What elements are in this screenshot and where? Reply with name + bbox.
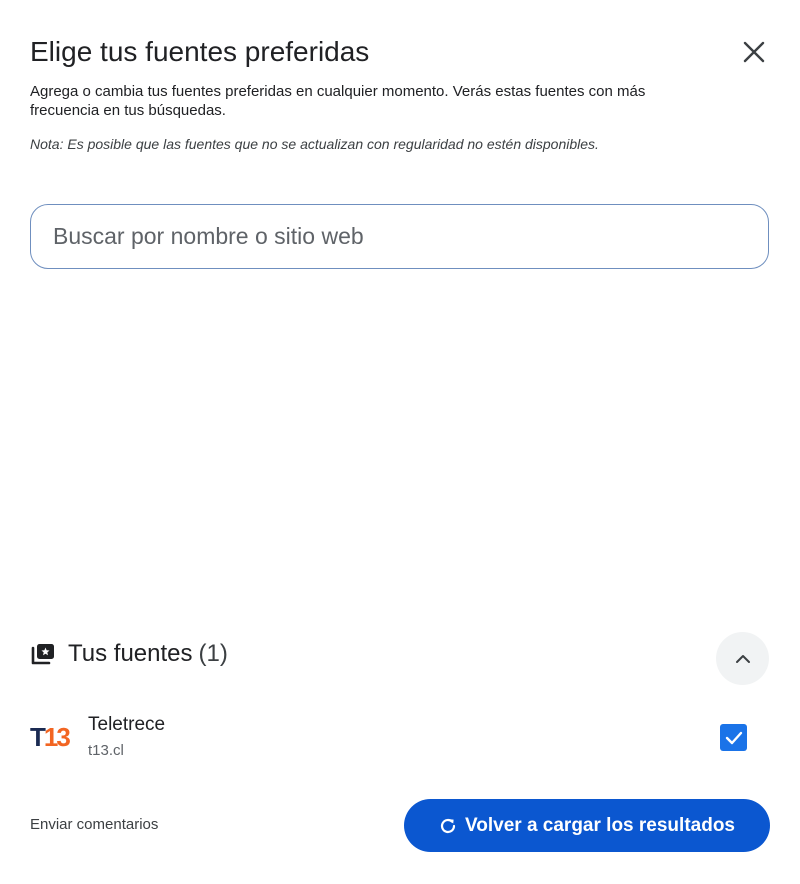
close-button[interactable] <box>736 34 772 70</box>
source-name: Teletrece <box>88 714 166 735</box>
source-logo: T13 <box>30 722 71 752</box>
dialog-title: Elige tus fuentes preferidas <box>30 36 370 67</box>
sources-section-title: Tus fuentes <box>68 640 193 667</box>
source-domain: t13.cl <box>88 742 124 759</box>
source-item: T13 Teletrece t13.cl <box>30 712 770 768</box>
collapse-sources-button[interactable] <box>716 632 769 685</box>
dialog-description: Agrega o cambia tus fuentes preferidas e… <box>30 83 646 119</box>
source-checkbox[interactable] <box>720 724 747 751</box>
refresh-icon <box>440 818 456 833</box>
send-feedback-link[interactable]: Enviar comentarios <box>30 816 158 833</box>
close-icon <box>743 41 765 63</box>
reload-results-button[interactable]: Volver a cargar los resultados <box>404 799 770 852</box>
preferred-sources-dialog: Elige tus fuentes preferidas Agrega o ca… <box>0 0 800 884</box>
sources-section-header: Tus fuentes (1) <box>30 640 228 668</box>
dialog-note: Nota: Es posible que las fuentes que no … <box>30 136 599 152</box>
checkmark-icon <box>725 731 742 744</box>
search-input[interactable] <box>53 223 746 250</box>
search-box <box>30 204 769 269</box>
reload-results-label: Volver a cargar los resultados <box>465 814 735 836</box>
sources-count: (1) <box>198 640 228 667</box>
sources-icon <box>31 644 54 665</box>
chevron-up-icon <box>735 654 750 663</box>
